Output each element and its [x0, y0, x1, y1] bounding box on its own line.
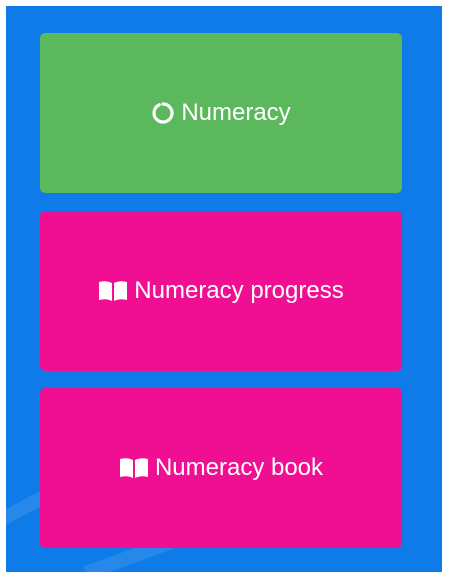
circle-notch-icon: [151, 101, 175, 125]
open-book-icon: [119, 456, 149, 480]
numeracy-book-tile[interactable]: Numeracy book: [40, 388, 402, 548]
numeracy-tile-label: Numeracy: [181, 99, 291, 126]
tile-panel: Numeracy Numeracy progress Numeracy book: [6, 6, 442, 572]
numeracy-progress-tile[interactable]: Numeracy progress: [40, 211, 402, 371]
numeracy-book-tile-label: Numeracy book: [154, 454, 324, 481]
open-book-icon: [98, 279, 128, 303]
numeracy-progress-tile-label: Numeracy progress: [134, 277, 344, 304]
page-frame: Numeracy Numeracy progress Numeracy book: [0, 0, 452, 583]
numeracy-tile[interactable]: Numeracy: [40, 33, 402, 193]
